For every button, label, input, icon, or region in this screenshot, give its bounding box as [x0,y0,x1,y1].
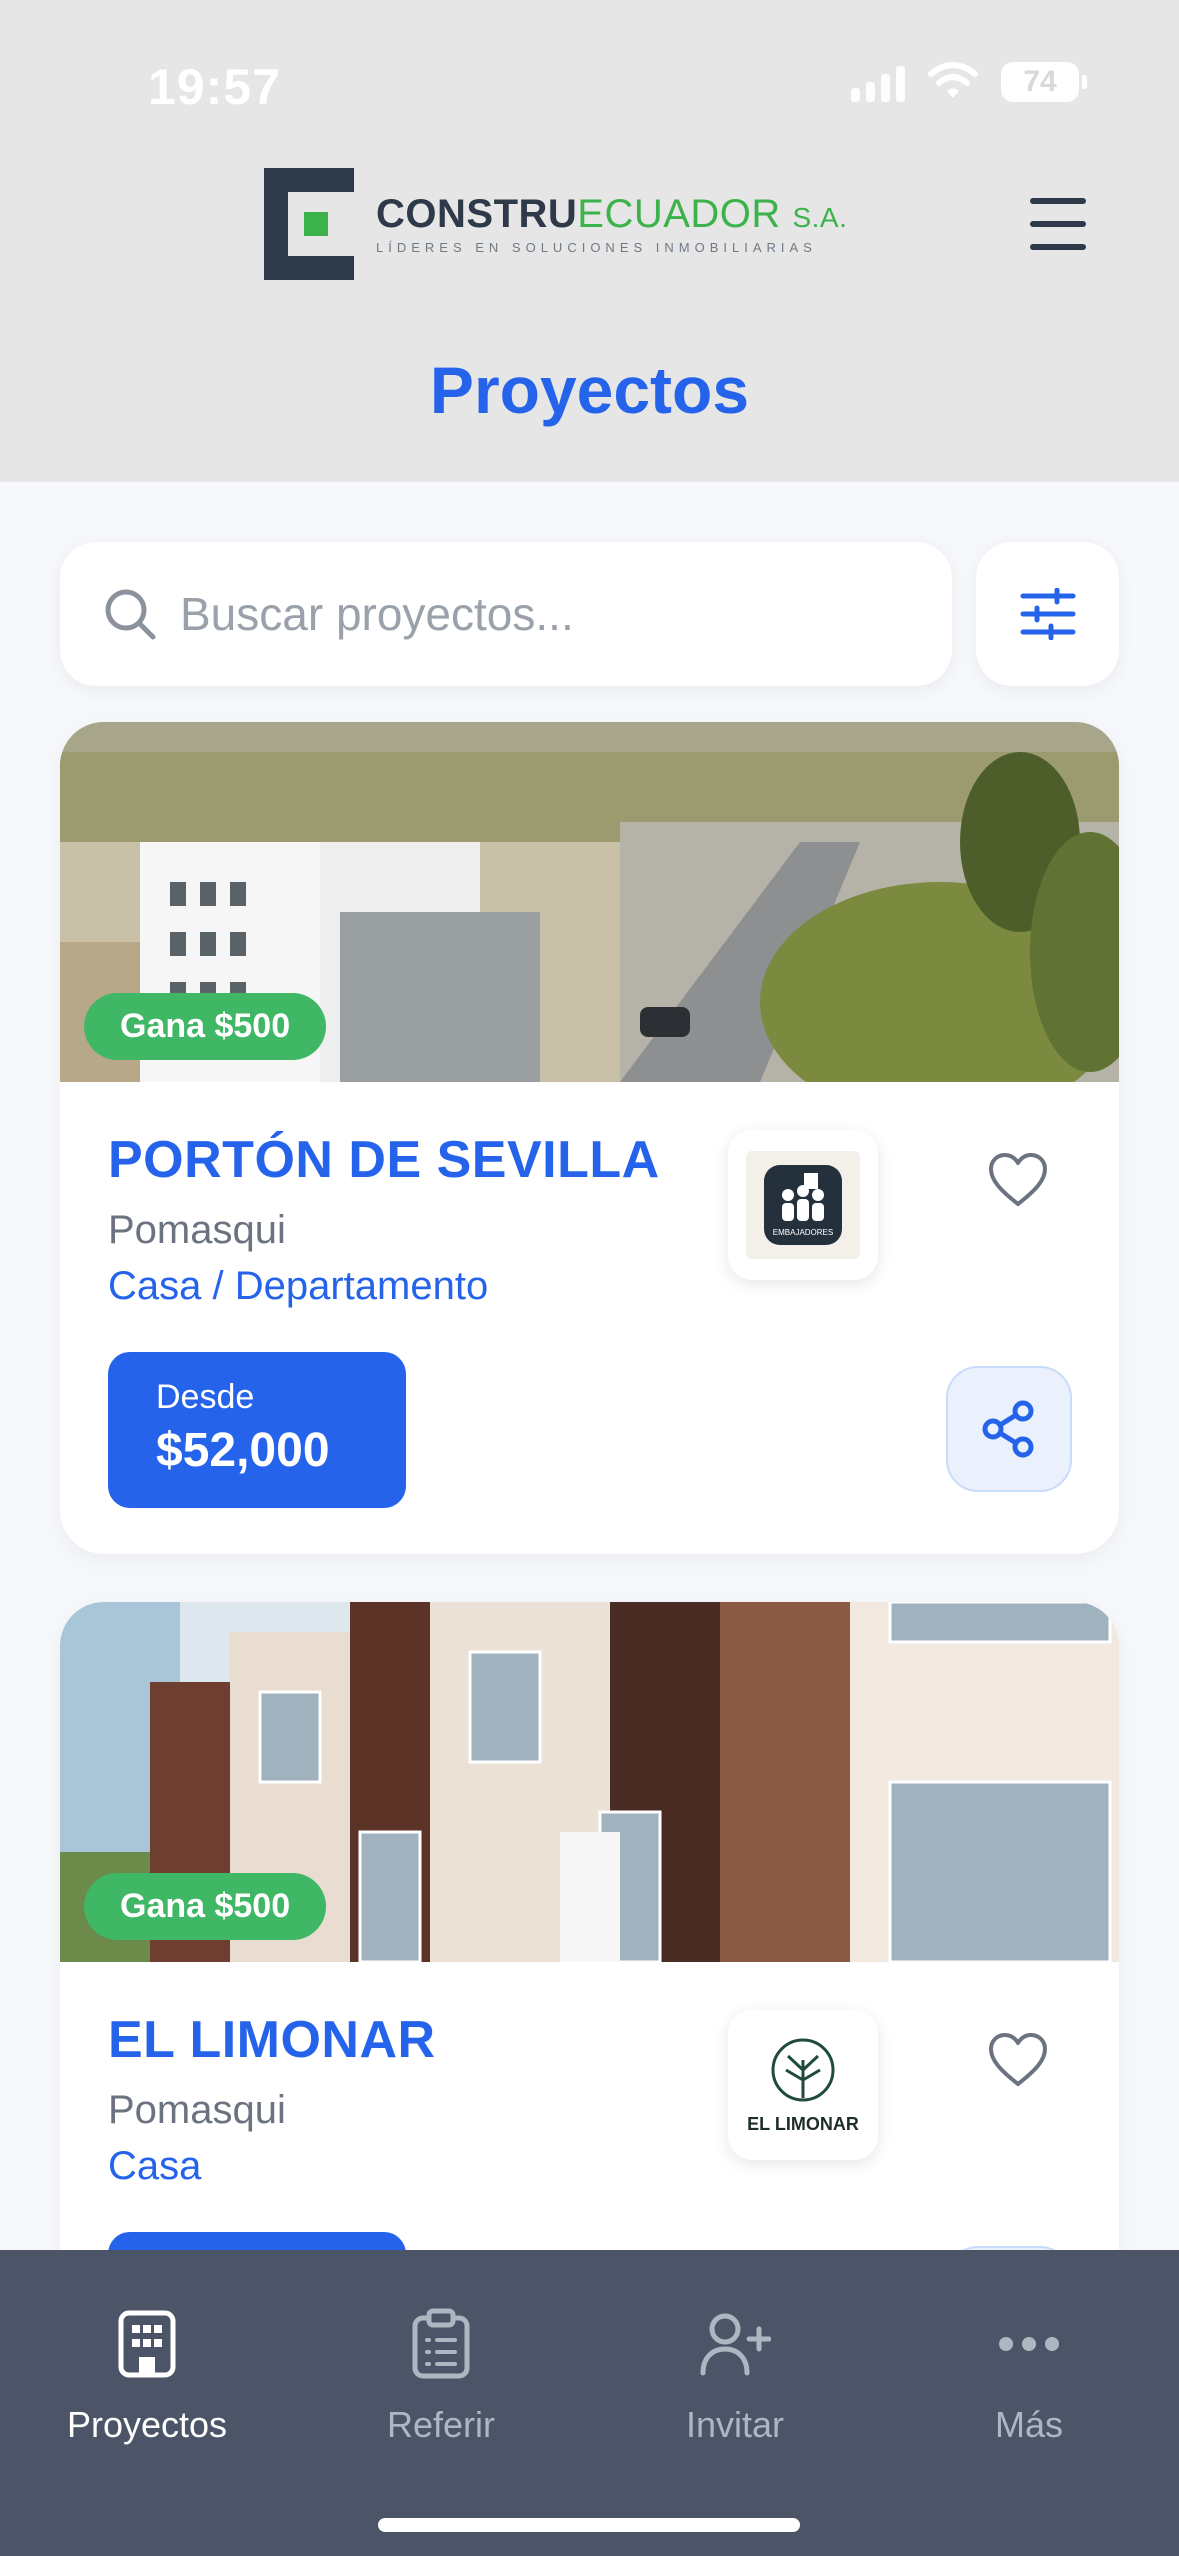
project-type: Casa / Departamento [108,1264,489,1308]
project-card[interactable]: Gana $500 EL LIMONAR Pomasqui Casa EL LI… [60,1602,1119,2302]
filter-button[interactable] [976,542,1119,686]
nav-item-proyectos[interactable]: Proyectos [0,2306,294,2446]
nav-label: Más [994,2404,1063,2445]
project-title[interactable]: PORTÓN DE SEVILLA [108,1130,660,1190]
app-screen: 19:57 74 CONSTRUECUADOR S.A. LÍDERES EN … [0,0,1179,2556]
building-icon [109,2306,185,2382]
sliders-icon [1020,588,1075,640]
battery-level: 74 [1023,65,1057,98]
share-icon [982,1400,1034,1458]
price-value: $52,000 [156,1424,330,1477]
header: 19:57 74 CONSTRUECUADOR S.A. LÍDERES EN … [0,0,1179,482]
reward-badge: Gana $500 [84,1873,327,1940]
embajadores-logo-icon: EMBAJADORES [746,1151,860,1259]
project-title[interactable]: EL LIMONAR [108,2010,436,2070]
clipboard-icon [403,2306,479,2382]
status-time: 19:57 [148,59,281,115]
project-photo[interactable]: Gana $500 [60,722,1119,1082]
favorite-heart-icon[interactable] [988,2032,1048,2088]
nav-item-referir[interactable]: Referir [294,2306,588,2446]
project-photo[interactable]: Gana $500 [60,1602,1119,1962]
nav-item-mas[interactable]: Más [882,2306,1176,2446]
search-bar[interactable] [60,542,952,686]
logo-mark-icon [264,168,354,280]
home-indicator [378,2518,800,2532]
el-limonar-logo-icon: EL LIMONAR [747,2038,859,2134]
svg-text:EMBAJADORES: EMBAJADORES [773,1228,833,1237]
logo-name: CONSTRUECUADOR S.A. [376,191,848,236]
hamburger-menu-icon[interactable] [1030,198,1090,250]
status-icons: 74 [851,62,1087,102]
company-logo[interactable]: CONSTRUECUADOR S.A. LÍDERES EN SOLUCIONE… [264,168,847,280]
nav-label: Referir [386,2404,496,2445]
wifi-icon [928,62,978,98]
search-icon [105,589,156,640]
price-label: Desde [156,1378,255,1416]
battery-icon: 74 [1001,62,1087,102]
favorite-heart-icon[interactable] [988,1152,1048,1208]
cellular-signal-icon [851,62,905,102]
more-icon [991,2306,1067,2382]
developer-logo: EMBAJADORES [728,1130,878,1280]
logo-tagline: LÍDERES EN SOLUCIONES INMOBILIARIAS [376,239,817,255]
reward-badge: Gana $500 [84,993,327,1060]
nav-label: Proyectos [66,2404,228,2445]
user-plus-icon [697,2306,773,2382]
project-card[interactable]: Gana $500 PORTÓN DE SEVILLA Pomasqui Cas… [60,722,1119,1554]
bottom-nav: Proyectos Referir Invitar Más [0,2250,1179,2556]
project-location: Pomasqui [108,2088,286,2132]
nav-label: Invitar [685,2404,785,2445]
svg-text:EL LIMONAR: EL LIMONAR [747,2114,859,2134]
price-button[interactable]: Desde $52,000 [108,1352,406,1508]
project-type: Casa [108,2144,202,2188]
project-location: Pomasqui [108,1208,286,1252]
search-input[interactable] [180,587,940,641]
developer-logo: EL LIMONAR [728,2010,878,2160]
nav-item-invitar[interactable]: Invitar [588,2306,882,2446]
page-title: Proyectos [429,353,750,427]
share-button[interactable] [946,1366,1072,1492]
